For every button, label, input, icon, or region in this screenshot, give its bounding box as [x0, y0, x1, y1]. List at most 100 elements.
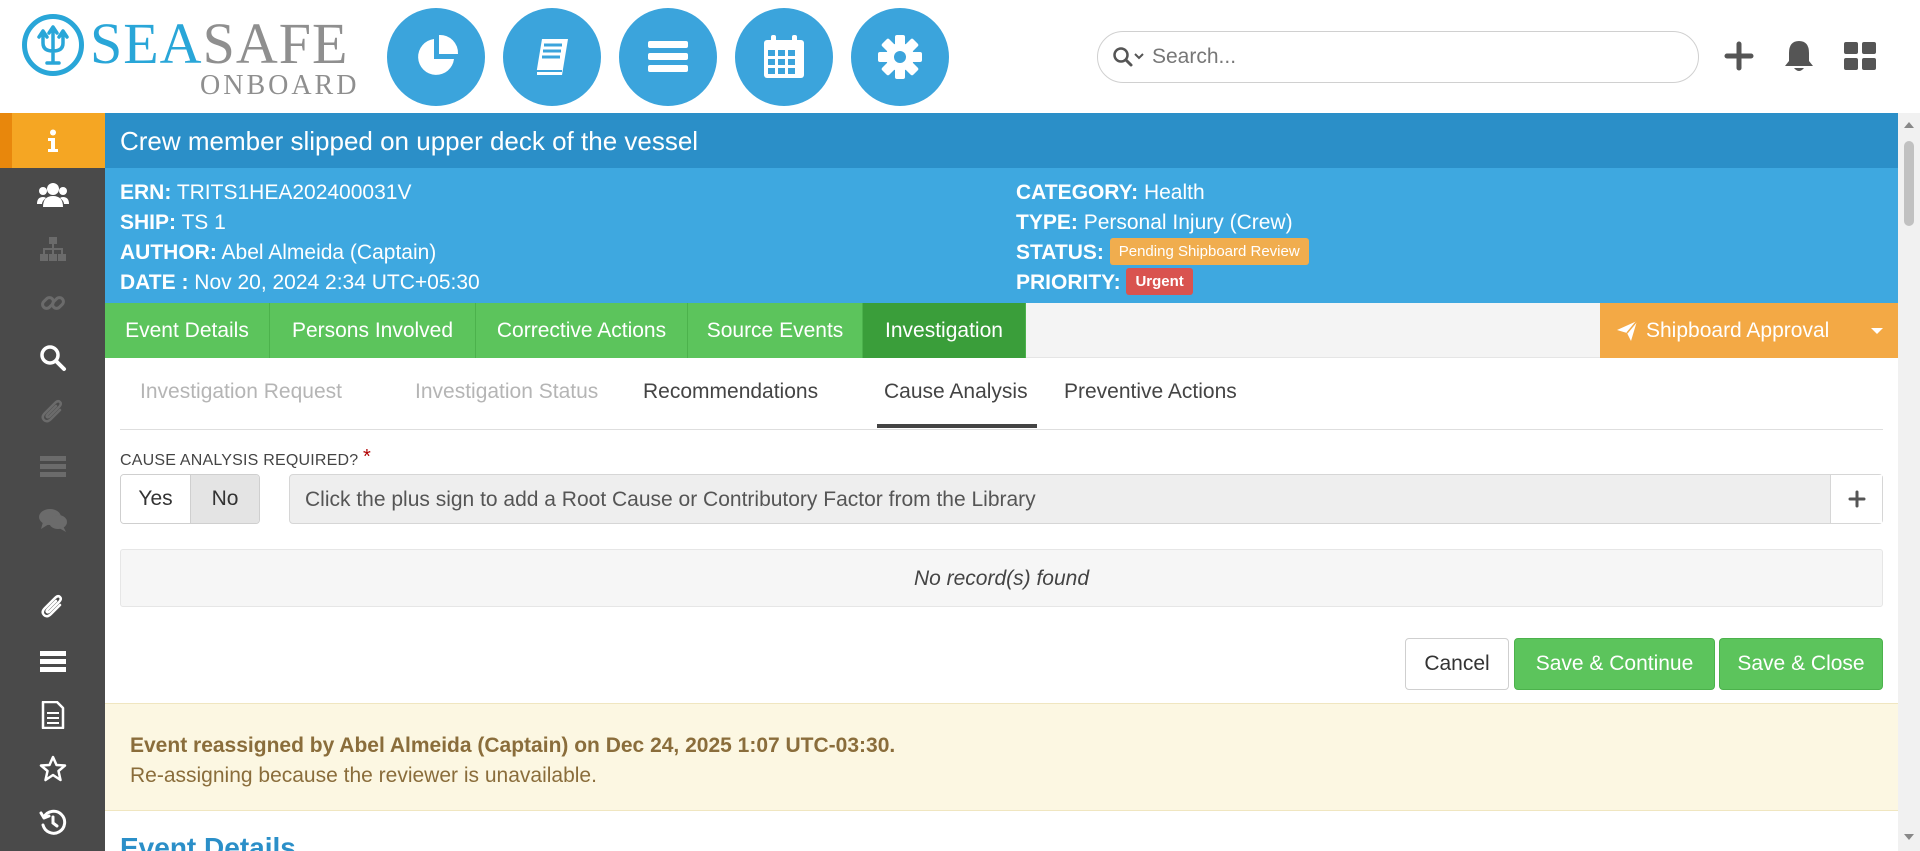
list-icon — [39, 651, 66, 672]
event-title: Crew member slipped on upper deck of the… — [120, 126, 699, 156]
history-icon — [39, 809, 66, 835]
settings-button[interactable] — [851, 8, 949, 106]
subtab-investigation-request: Investigation Request — [140, 380, 342, 403]
active-subtab-indicator — [877, 424, 1037, 428]
seasafe-logo[interactable]: SEASAFE ONBOARD — [20, 10, 356, 100]
status-badge: Pending Shipboard Review — [1109, 237, 1309, 265]
save-close-button[interactable]: Save & Close — [1719, 638, 1883, 690]
tab-persons-involved[interactable]: Persons Involved — [270, 303, 476, 358]
save-continue-button[interactable]: Save & Continue — [1514, 638, 1715, 690]
link-icon — [40, 296, 65, 310]
sidebar-item-attachments-disabled — [0, 386, 105, 438]
chevron-down-icon[interactable] — [1856, 303, 1898, 358]
sidebar-item-list[interactable] — [0, 635, 105, 687]
ship-row: SHIP: TS 1 — [120, 211, 226, 234]
ern-value: TRITS1HEA202400031V — [176, 181, 412, 204]
bell-icon — [1785, 41, 1813, 71]
category-value: Health — [1143, 181, 1205, 204]
no-records-message: No record(s) found — [913, 567, 1090, 590]
date-row: DATE : Nov 20, 2024 2:34 UTC+05:30 — [120, 271, 480, 294]
reassignment-notice: Event reassigned by Abel Almeida (Captai… — [105, 703, 1898, 811]
event-info-right: CATEGORY: Health TYPE: Personal Injury (… — [1016, 178, 1309, 298]
sidebar-item-info[interactable] — [0, 113, 105, 168]
shipboard-approval-label: Shipboard Approval — [1646, 319, 1830, 342]
list-icon — [39, 456, 66, 477]
investigation-subtabs: Investigation Request Investigation Stat… — [120, 358, 1883, 430]
top-bar: SEASAFE ONBOARD — [0, 0, 1920, 113]
notice-body: Re-assigning because the reviewer is una… — [130, 764, 597, 787]
author-value: Abel Almeida (Captain) — [221, 241, 437, 264]
sidebar-item-comments — [0, 494, 105, 546]
tab-investigation[interactable]: Investigation — [863, 303, 1026, 358]
type-value: Personal Injury (Crew) — [1083, 211, 1293, 234]
left-sidebar — [0, 113, 105, 851]
logo-wordmark: SEASAFE — [90, 11, 349, 76]
search-input[interactable] — [1152, 42, 1682, 72]
root-cause-field: Click the plus sign to add a Root Cause … — [289, 474, 1883, 524]
cause-analysis-required-label: CAUSE ANALYSIS REQUIRED? * — [120, 446, 371, 469]
event-info-left: ERN: TRITS1HEA202400031V SHIP: TS 1 AUTH… — [120, 178, 480, 298]
search-icon — [39, 345, 66, 371]
event-title-bar: Crew member slipped on upper deck of the… — [105, 113, 1898, 168]
yes-option[interactable]: Yes — [121, 475, 190, 523]
event-info-panel: ERN: TRITS1HEA202400031V SHIP: TS 1 AUTH… — [105, 168, 1898, 303]
search-dropdown-icon[interactable] — [1112, 45, 1146, 69]
gear-icon — [878, 35, 922, 79]
scrollbar-thumb[interactable] — [1904, 141, 1914, 226]
root-cause-placeholder: Click the plus sign to add a Root Cause … — [305, 488, 1036, 511]
add-button[interactable] — [1717, 34, 1761, 78]
info-icon — [47, 129, 58, 152]
sidebar-item-persons[interactable] — [0, 169, 105, 221]
status-row: STATUS: Pending Shipboard Review — [1016, 237, 1309, 268]
tab-event-details[interactable]: Event Details — [105, 303, 270, 358]
sidebar-item-hierarchy — [0, 223, 105, 275]
add-root-cause-button[interactable] — [1830, 475, 1882, 523]
subtab-recommendations[interactable]: Recommendations — [643, 377, 818, 407]
star-icon — [39, 755, 66, 782]
dashboard-button[interactable] — [387, 8, 485, 106]
author-row: AUTHOR: Abel Almeida (Captain) — [120, 241, 437, 264]
sidebar-item-search[interactable] — [0, 332, 105, 384]
menu-button[interactable] — [619, 8, 717, 106]
sidebar-item-documents[interactable] — [0, 689, 105, 741]
sidebar-item-history[interactable] — [0, 797, 105, 849]
subtab-investigation-status: Investigation Status — [415, 380, 599, 403]
cause-list-empty: No record(s) found — [120, 549, 1883, 607]
type-row: TYPE: Personal Injury (Crew) — [1016, 211, 1293, 234]
trident-logo-icon — [22, 14, 84, 76]
sidebar-item-list-disabled — [0, 440, 105, 492]
event-detail-main: Crew member slipped on upper deck of the… — [105, 113, 1898, 851]
sidebar-item-links — [0, 277, 105, 329]
active-indicator — [0, 113, 12, 168]
scroll-up-icon[interactable] — [1903, 119, 1915, 131]
subtab-preventive-actions[interactable]: Preventive Actions — [1064, 377, 1237, 407]
global-search[interactable] — [1097, 31, 1699, 83]
calendar-button[interactable] — [735, 8, 833, 106]
logbook-button[interactable] — [503, 8, 601, 106]
section-heading-event-details: Event Details — [120, 832, 296, 851]
tab-corrective-actions[interactable]: Corrective Actions — [476, 303, 688, 358]
book-icon — [535, 39, 568, 75]
hierarchy-icon — [39, 237, 66, 261]
apps-button[interactable] — [1838, 34, 1882, 78]
sidebar-item-favorites[interactable] — [0, 743, 105, 795]
no-option[interactable]: No — [190, 475, 259, 523]
sidebar-item-attachments[interactable] — [0, 581, 105, 633]
scroll-down-icon[interactable] — [1903, 831, 1915, 843]
ship-value: TS 1 — [181, 211, 226, 234]
notifications-button[interactable] — [1777, 34, 1821, 78]
date-value: Nov 20, 2024 2:34 UTC+05:30 — [194, 271, 480, 294]
users-icon — [36, 183, 69, 207]
category-row: CATEGORY: Health — [1016, 181, 1205, 204]
event-tabs: Event Details Persons Involved Correctiv… — [105, 303, 1898, 358]
tab-source-events[interactable]: Source Events — [688, 303, 863, 358]
calendar-icon — [764, 35, 804, 78]
shipboard-approval-button[interactable]: Shipboard Approval — [1600, 303, 1898, 358]
cause-analysis-toggle: Yes No — [120, 474, 260, 524]
page-scrollbar[interactable] — [1898, 113, 1920, 851]
grid-icon — [1844, 42, 1876, 70]
ern-row: ERN: TRITS1HEA202400031V — [120, 181, 412, 204]
subtab-cause-analysis[interactable]: Cause Analysis — [884, 377, 1028, 407]
plus-icon — [1848, 490, 1865, 508]
cancel-button[interactable]: Cancel — [1405, 638, 1509, 690]
